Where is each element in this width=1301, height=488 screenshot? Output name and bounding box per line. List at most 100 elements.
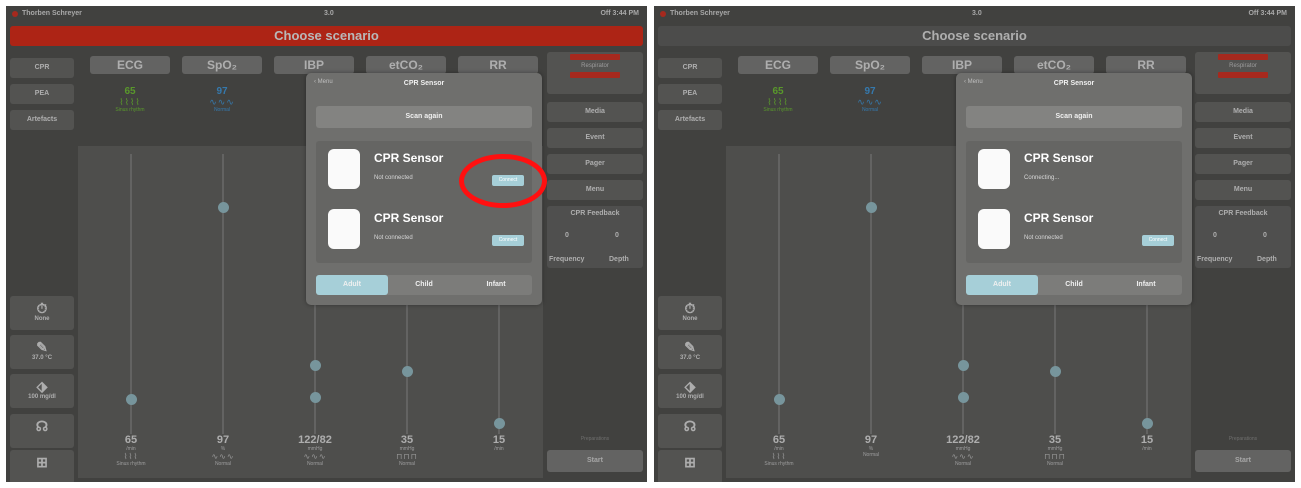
media-button[interactable]: Media <box>547 102 643 122</box>
menu-button[interactable]: Menu <box>547 180 643 200</box>
tab-3[interactable]: etCO₂ <box>366 56 446 74</box>
tab-1[interactable]: SpO₂ <box>182 56 262 74</box>
cpr-sensor-modal: ‹ Menu CPR Sensor Scan again CPR Sensor Conn… <box>956 73 1192 305</box>
vital-caption: Normal <box>862 452 880 458</box>
vital-waveform: ∿∿∿ <box>951 452 975 461</box>
choose-scenario-button[interactable]: Choose scenario <box>658 26 1291 46</box>
patient-size-selector: Adult Child Infant <box>966 275 1182 295</box>
tool-button-pen[interactable]: ✎ 37.0 °C <box>10 335 74 369</box>
preparations-toggle[interactable]: Preparations <box>1195 432 1291 446</box>
bottom-vital-0[interactable]: 65/min ⌇⌇⌇ Sinus rhythm <box>91 434 171 467</box>
pen-icon: ✎ <box>684 339 696 355</box>
bottom-vital-3[interactable]: 35 mmHg ⊓⊓⊓ Normal <box>1015 434 1095 467</box>
tab-0[interactable]: ECG <box>90 56 170 74</box>
tool-button-timer[interactable]: ⏱ None <box>10 296 74 330</box>
scenario-button-pea[interactable]: PEA <box>658 84 722 104</box>
slider-handle[interactable] <box>1050 366 1061 377</box>
tab-3[interactable]: etCO₂ <box>1014 56 1094 74</box>
bottom-vital-4[interactable]: 15/min <box>1107 434 1187 452</box>
segment-adult[interactable]: Adult <box>966 275 1038 295</box>
tab-2[interactable]: IBP <box>274 56 354 74</box>
segment-adult[interactable]: Adult <box>316 275 388 295</box>
user-name: Thorben Schreyer <box>670 10 730 17</box>
vital-value: 97 <box>864 434 878 446</box>
vital-value: 65 <box>772 86 784 97</box>
slider-handle[interactable] <box>494 418 505 429</box>
tool-label: 37.0 °C <box>679 355 701 361</box>
tab-2[interactable]: IBP <box>922 56 1002 74</box>
slider-handle[interactable] <box>958 360 969 371</box>
segment-infant[interactable]: Infant <box>1110 275 1182 295</box>
slider-handle[interactable] <box>774 394 785 405</box>
segment-child[interactable]: Child <box>388 275 460 295</box>
slider-handle[interactable] <box>866 202 877 213</box>
event-button[interactable]: Event <box>1195 128 1291 148</box>
tool-label: 100 mg/dl <box>676 394 704 400</box>
tool-label: 37.0 °C <box>31 355 53 361</box>
pager-button[interactable]: Pager <box>1195 154 1291 174</box>
start-button[interactable]: Start <box>547 450 643 472</box>
vital-waveform: ∿∿∿ <box>857 97 883 107</box>
start-button[interactable]: Start <box>1195 450 1291 472</box>
bottom-vital-2[interactable]: 122/82 mmHg ∿∿∿ Normal <box>923 434 1003 467</box>
choose-scenario-button[interactable]: Choose scenario <box>10 26 643 46</box>
bottom-vital-4[interactable]: 15/min <box>459 434 539 452</box>
device-row: CPR Sensor Connecting... <box>966 141 1182 201</box>
vital-caption: Normal <box>214 461 232 467</box>
slider-handle[interactable] <box>958 392 969 403</box>
scenario-button-pea[interactable]: PEA <box>10 84 74 104</box>
tool-button-pen[interactable]: ✎ 37.0 °C <box>658 335 722 369</box>
tab-4[interactable]: RR <box>458 56 538 74</box>
bottom-vital-2[interactable]: 122/82 mmHg ∿∿∿ Normal <box>275 434 355 467</box>
media-button[interactable]: Media <box>1195 102 1291 122</box>
vital-waveform: ⌇⌇⌇⌇ <box>767 97 789 107</box>
highlight-circle <box>459 154 547 208</box>
slider-handle[interactable] <box>310 360 321 371</box>
connect-button[interactable]: Connect <box>492 235 524 246</box>
tool-button-stethoscope[interactable]: ☊ <box>658 414 722 448</box>
vital-waveform: ⊓⊓⊓ <box>396 452 418 461</box>
scenario-button-artefacts[interactable]: Artefacts <box>658 110 722 130</box>
vital-waveform: ∿∿∿ <box>209 97 235 107</box>
pager-button[interactable]: Pager <box>547 154 643 174</box>
segment-child[interactable]: Child <box>1038 275 1110 295</box>
scan-again-button[interactable]: Scan again <box>966 106 1182 128</box>
respirator-button[interactable]: Respirator <box>547 52 643 94</box>
vital-caption: Normal <box>213 107 231 113</box>
tool-button-grid[interactable]: ⊞ <box>658 450 722 482</box>
bottom-vital-1[interactable]: 97% Normal <box>831 434 911 458</box>
tool-button-stethoscope[interactable]: ☊ <box>10 414 74 448</box>
slider-handle[interactable] <box>402 366 413 377</box>
tab-1[interactable]: SpO₂ <box>830 56 910 74</box>
tool-button-timer[interactable]: ⏱ None <box>658 296 722 330</box>
app-icon <box>12 11 18 17</box>
connect-button[interactable]: Connect <box>1142 235 1174 246</box>
slider-handle[interactable] <box>126 394 137 405</box>
scenario-button-cpr[interactable]: CPR <box>10 58 74 78</box>
tool-button-grid[interactable]: ⊞ <box>10 450 74 482</box>
modal-header: ‹ Menu CPR Sensor <box>306 73 542 95</box>
scan-again-button[interactable]: Scan again <box>316 106 532 128</box>
menu-button[interactable]: Menu <box>1195 180 1291 200</box>
tab-4[interactable]: RR <box>1106 56 1186 74</box>
tool-button-drop[interactable]: ⬗ 100 mg/dl <box>658 374 722 408</box>
bottom-vital-0[interactable]: 65/min ⌇⌇⌇ Sinus rhythm <box>739 434 819 467</box>
bottom-vital-1[interactable]: 97% ∿∿∿ Normal <box>183 434 263 467</box>
vital-value: 15 <box>492 434 506 446</box>
slider-handle[interactable] <box>1142 418 1153 429</box>
scenario-button-cpr[interactable]: CPR <box>658 58 722 78</box>
stethoscope-icon: ☊ <box>35 418 49 434</box>
preparations-toggle[interactable]: Preparations <box>547 432 643 446</box>
scenario-button-artefacts[interactable]: Artefacts <box>10 110 74 130</box>
slider-handle[interactable] <box>310 392 321 403</box>
alarm-indicator <box>570 72 620 78</box>
event-button[interactable]: Event <box>547 128 643 148</box>
frequency-value: 0 <box>565 232 569 239</box>
segment-infant[interactable]: Infant <box>460 275 532 295</box>
vital-value: 65 <box>124 86 136 97</box>
tab-0[interactable]: ECG <box>738 56 818 74</box>
tool-button-drop[interactable]: ⬗ 100 mg/dl <box>10 374 74 408</box>
bottom-vital-3[interactable]: 35 mmHg ⊓⊓⊓ Normal <box>367 434 447 467</box>
slider-handle[interactable] <box>218 202 229 213</box>
respirator-button[interactable]: Respirator <box>1195 52 1291 94</box>
